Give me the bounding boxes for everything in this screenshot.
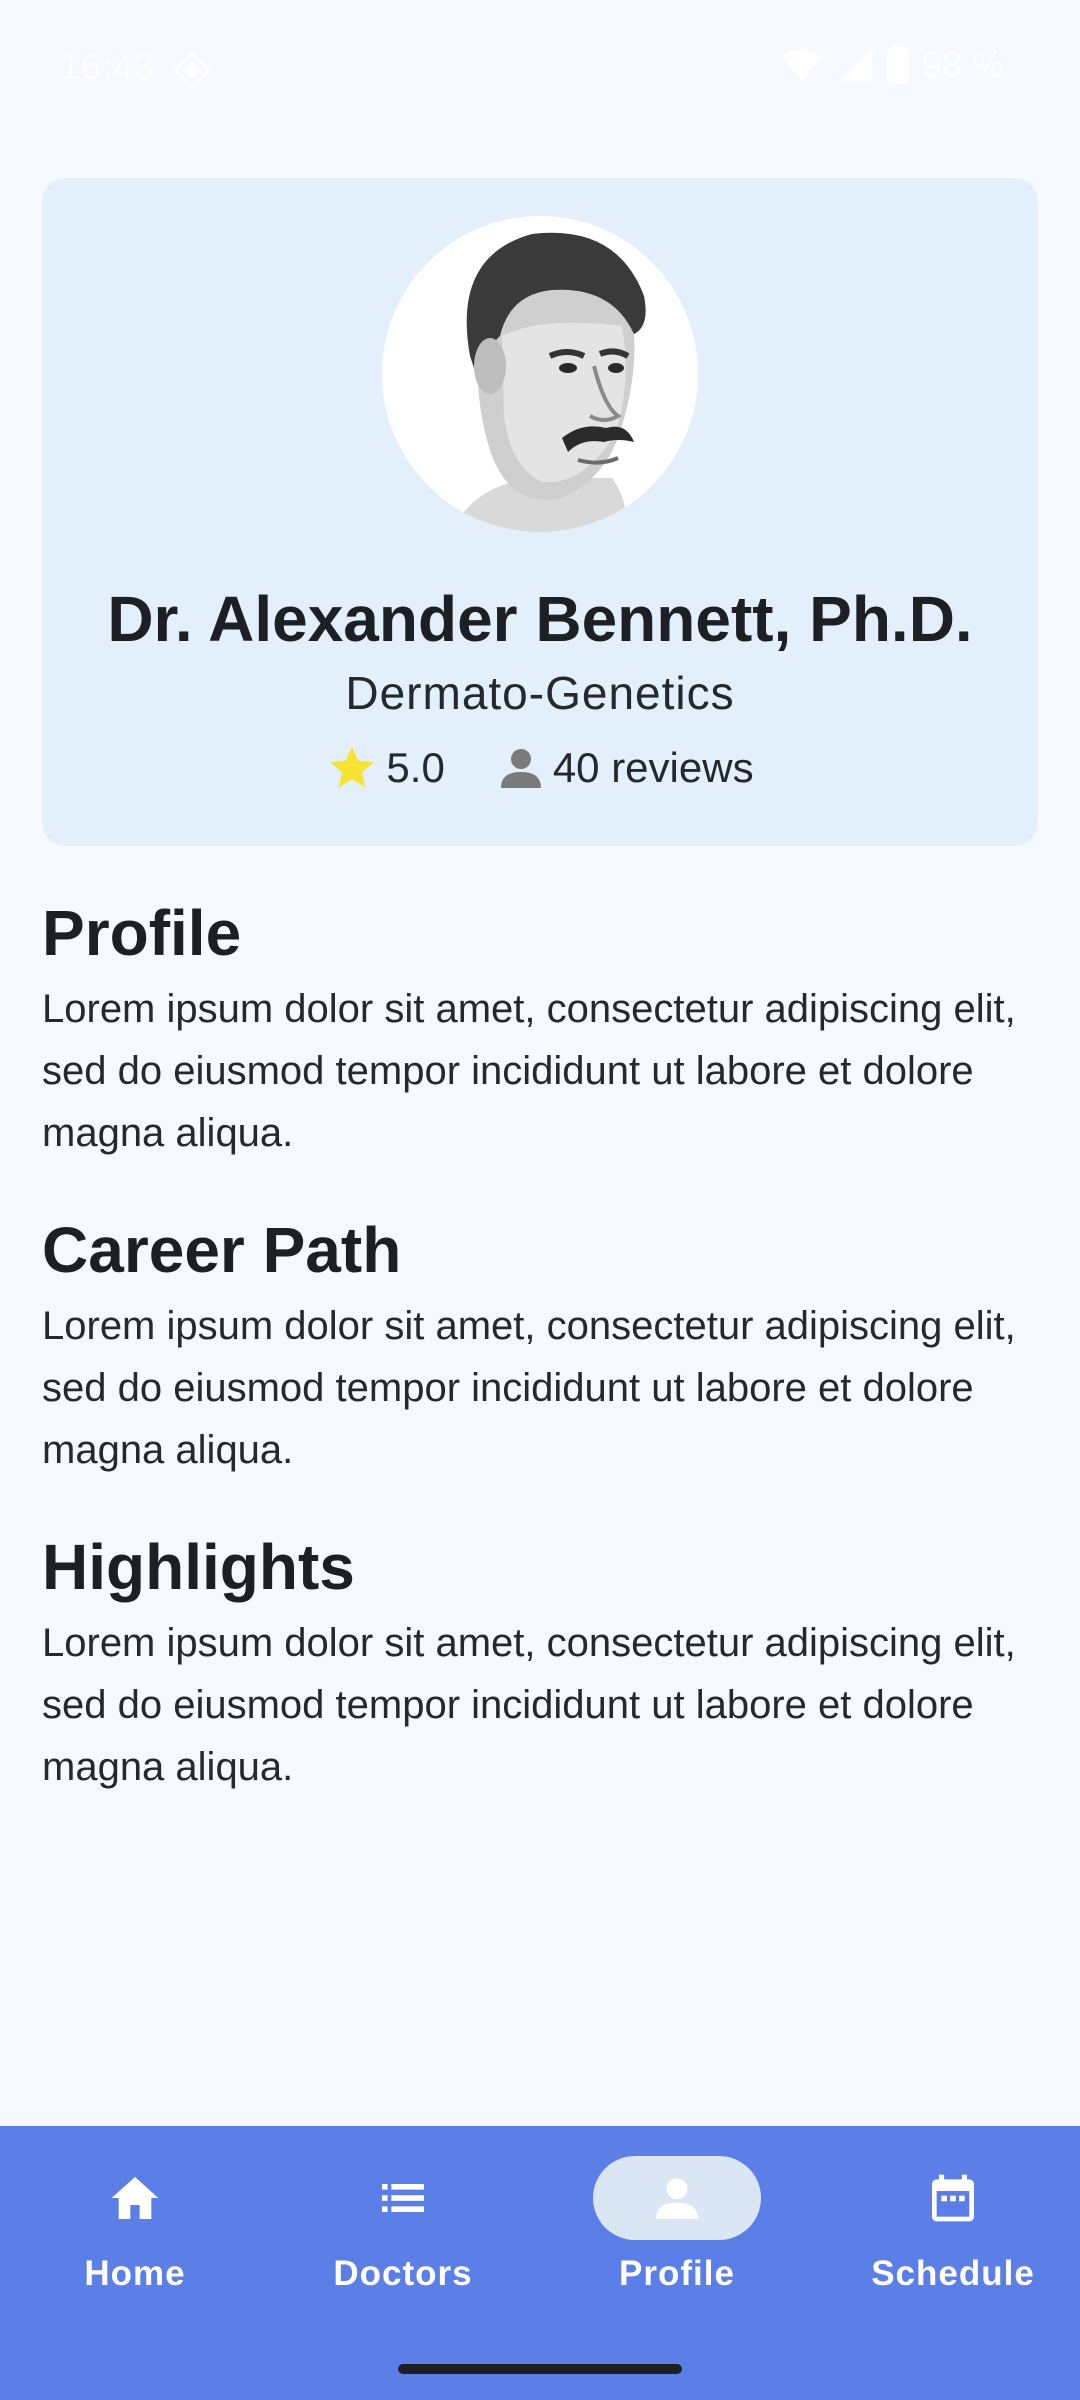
section-body: Lorem ipsum dolor sit amet, consectetur … [42,1621,1016,1789]
section-profile: Profile Lorem ipsum dolor sit amet, cons… [42,896,1042,1164]
star-icon [330,746,375,788]
status-icons: 98 % [780,44,1004,86]
section-title: Career Path [42,1214,402,1286]
reviews-count: 40 reviews [552,744,754,791]
person-icon [500,749,541,788]
doctor-profile-card: Dr. Alexander Bennett, Ph.D. Dermato-Gen… [42,178,1038,846]
nav-label: Doctors [333,2254,473,2293]
status-bar: 16:43 98 % [0,0,1080,135]
wifi-icon [781,49,822,81]
rating-value: 5.0 [386,744,445,791]
nav-item-schedule[interactable]: Schedule [818,2156,1080,2336]
status-time: 16:43 [60,46,156,87]
home-indicator[interactable] [398,2364,682,2374]
nav-label: Schedule [871,2254,1035,2293]
nav-pill [869,2156,1037,2240]
home-icon [111,2177,159,2219]
battery-level: 98 % [921,44,1004,85]
nav-label: Home [84,2254,186,2293]
nav-pill [51,2156,219,2240]
doctor-portrait-image [382,216,698,532]
diamond-notification-icon [172,50,212,90]
doctor-name: Dr. Alexander Bennett, Ph.D. [107,583,973,655]
rating-row: 5.0 40 reviews [42,742,1038,794]
nav-item-home[interactable]: Home [0,2156,270,2336]
bottom-navigation: Home Doctors Profile Schedule [0,2126,1080,2400]
doctor-specialty: Dermato-Genetics [345,667,735,719]
section-career-path: Career Path Lorem ipsum dolor sit amet, … [42,1213,1042,1481]
nav-pill-active [593,2156,761,2240]
cell-signal-icon [837,49,872,81]
person-icon [656,2178,698,2219]
nav-item-profile[interactable]: Profile [542,2156,812,2336]
section-body: Lorem ipsum dolor sit amet, consectetur … [42,1304,1016,1472]
battery-icon [886,45,909,84]
list-icon [382,2184,424,2212]
reviews: 40 reviews [497,744,754,792]
doctor-avatar [382,216,698,532]
section-highlights: Highlights Lorem ipsum dolor sit amet, c… [42,1530,1042,1798]
section-title: Highlights [42,1531,355,1603]
calendar-icon [932,2174,974,2222]
nav-pill [319,2156,487,2240]
nav-item-doctors[interactable]: Doctors [268,2156,538,2336]
section-body: Lorem ipsum dolor sit amet, consectetur … [42,987,1016,1155]
nav-label: Profile [619,2254,735,2293]
rating: 5.0 [326,742,445,794]
section-title: Profile [42,897,242,969]
